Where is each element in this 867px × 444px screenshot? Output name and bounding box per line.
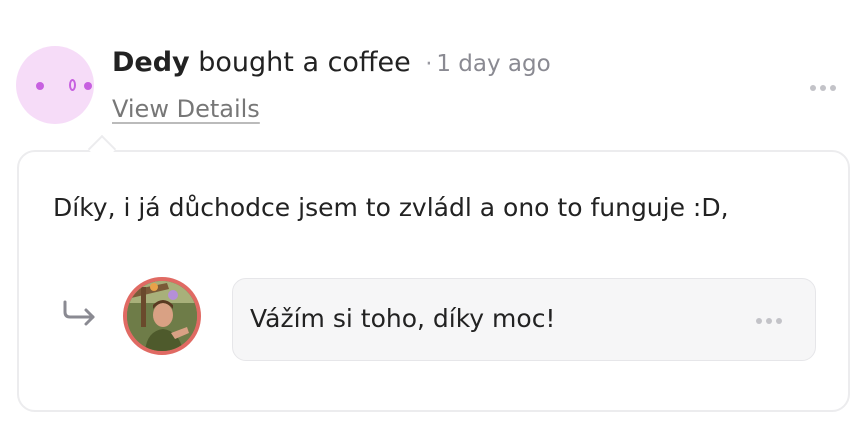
more-horizontal-icon-dot <box>756 318 762 324</box>
avatar-mouth <box>69 79 76 91</box>
creator-avatar <box>123 277 201 355</box>
more-horizontal-icon-dot <box>820 85 826 91</box>
feed-item-header: Dedy bought a coffee · 1 day ago <box>112 44 551 84</box>
time-ago: 1 day ago <box>436 51 551 77</box>
avatar-eye-left <box>36 82 44 90</box>
more-horizontal-icon-dot <box>776 318 782 324</box>
creator-reply-text: Vážím si toho, díky moc! <box>250 304 556 333</box>
supporter-avatar <box>16 46 94 124</box>
more-horizontal-icon-dot <box>766 318 772 324</box>
creator-photo <box>127 281 197 351</box>
reply-arrow-icon <box>63 300 95 326</box>
action-text: bought a coffee <box>198 47 411 78</box>
header-separator: · <box>425 52 433 77</box>
view-details-link[interactable]: View Details <box>112 93 260 125</box>
more-options-button[interactable] <box>810 85 836 91</box>
more-horizontal-icon-dot <box>810 85 816 91</box>
reply-more-options-button[interactable] <box>756 318 782 324</box>
supporter-message: Díky, i já důchodce jsem to zvládl a ono… <box>53 193 729 222</box>
avatar-eye-right <box>84 82 92 90</box>
more-horizontal-icon-dot <box>830 85 836 91</box>
supporter-name: Dedy <box>112 47 190 78</box>
